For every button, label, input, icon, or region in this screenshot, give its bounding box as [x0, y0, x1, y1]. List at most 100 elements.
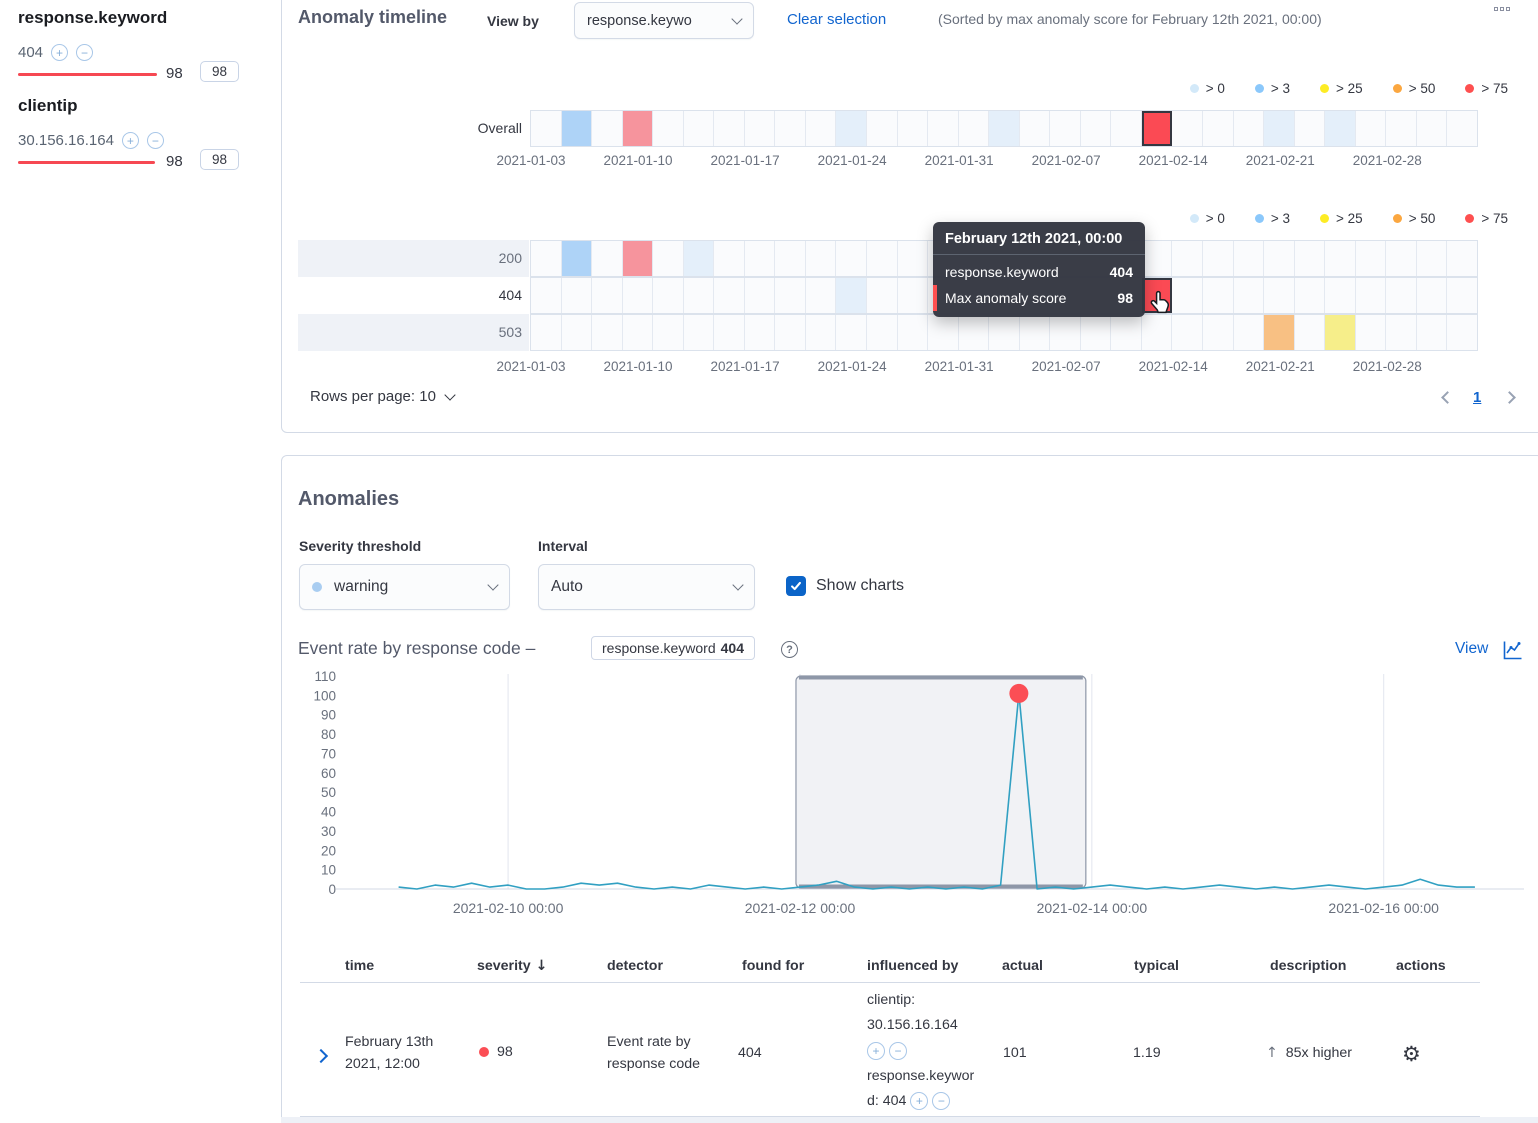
- swimlane-cell[interactable]: [1111, 111, 1142, 146]
- swimlane-cell[interactable]: [836, 241, 867, 276]
- swimlane-cell[interactable]: [867, 278, 898, 313]
- swimlane-cell[interactable]: [1142, 241, 1173, 276]
- swimlane-cell[interactable]: [1325, 241, 1356, 276]
- swimlane-cell[interactable]: [592, 278, 623, 313]
- swimlane-cell[interactable]: [1203, 241, 1234, 276]
- swimlane-cell[interactable]: [775, 241, 806, 276]
- table-header-influenced-by[interactable]: influenced by: [867, 958, 999, 974]
- swimlane-cell[interactable]: [714, 315, 745, 350]
- swimlane-cell[interactable]: [623, 241, 654, 276]
- swimlane-cell[interactable]: [684, 315, 715, 350]
- swimlane-cell[interactable]: [1295, 315, 1326, 350]
- swimlane-cell[interactable]: [1417, 278, 1448, 313]
- filter-minus-icon[interactable]: −: [889, 1042, 907, 1060]
- swimlane-cell[interactable]: [1386, 278, 1417, 313]
- swimlane-cell[interactable]: [531, 278, 562, 313]
- swimlane-cell[interactable]: [898, 241, 929, 276]
- swimlane-cell[interactable]: [1356, 241, 1387, 276]
- swimlane-cell[interactable]: [531, 241, 562, 276]
- swimlane-cell[interactable]: [1264, 278, 1295, 313]
- filter-plus-icon[interactable]: +: [910, 1092, 928, 1110]
- filter-plus-icon[interactable]: +: [867, 1042, 885, 1060]
- swimlane-cell[interactable]: [1325, 278, 1356, 313]
- swimlane-cell[interactable]: [745, 111, 776, 146]
- event-rate-chart[interactable]: 2021-02-10 00:002021-02-12 00:002021-02-…: [280, 664, 1530, 922]
- anomaly-marker[interactable]: [1009, 684, 1028, 703]
- swimlane-cell[interactable]: [1417, 315, 1448, 350]
- swimlane-cell[interactable]: [1172, 241, 1203, 276]
- swimlane-cell[interactable]: [1356, 315, 1387, 350]
- swimlane-cell[interactable]: [959, 111, 990, 146]
- swimlane-cell[interactable]: [836, 111, 867, 146]
- swimlane-cell[interactable]: [775, 278, 806, 313]
- swimlane-cell[interactable]: [867, 315, 898, 350]
- swimlane-cell[interactable]: [1356, 111, 1387, 146]
- swimlane-cell[interactable]: [684, 111, 715, 146]
- filter-plus-icon[interactable]: +: [51, 44, 68, 61]
- swimlane-cell[interactable]: [562, 241, 593, 276]
- swimlane-cell[interactable]: [653, 111, 684, 146]
- table-header-detector[interactable]: detector: [607, 958, 739, 974]
- panel-options-icon[interactable]: [1494, 7, 1510, 11]
- swimlane-cell[interactable]: [989, 315, 1020, 350]
- swimlane-cell[interactable]: [745, 315, 776, 350]
- swimlane-cell[interactable]: [775, 315, 806, 350]
- swimlane-cell[interactable]: [1172, 278, 1203, 313]
- swimlane-cell[interactable]: [623, 315, 654, 350]
- swimlane-cell[interactable]: [806, 278, 837, 313]
- swimlane-cell[interactable]: [623, 111, 654, 146]
- swimlane-cell[interactable]: [714, 278, 745, 313]
- swimlane-cell[interactable]: [1295, 111, 1326, 146]
- table-header-typical[interactable]: typical: [1134, 958, 1262, 974]
- help-icon[interactable]: ?: [781, 641, 798, 658]
- swimlane-cell[interactable]: [1325, 111, 1356, 146]
- swimlane-cell[interactable]: [1234, 278, 1265, 313]
- clear-selection-link[interactable]: Clear selection: [787, 11, 886, 28]
- swimlane-cell[interactable]: [562, 315, 593, 350]
- swimlane-cell[interactable]: [1417, 111, 1448, 146]
- swimlane-cell[interactable]: [1172, 315, 1203, 350]
- swimlane-cell[interactable]: [1111, 315, 1142, 350]
- gear-icon[interactable]: ⚙: [1402, 1042, 1421, 1066]
- swimlane-cell[interactable]: [1050, 315, 1081, 350]
- swimlane-cell[interactable]: [653, 241, 684, 276]
- table-header-description[interactable]: description: [1270, 958, 1394, 974]
- table-header-found-for[interactable]: found for: [742, 958, 864, 974]
- swimlane-cell[interactable]: [592, 241, 623, 276]
- swimlane-cell[interactable]: [714, 241, 745, 276]
- swimlane-cell[interactable]: [898, 278, 929, 313]
- swimlane-cell[interactable]: [1203, 315, 1234, 350]
- view-by-select[interactable]: response.keywo: [574, 2, 754, 39]
- swimlane-cell[interactable]: [1447, 315, 1477, 350]
- show-charts-checkbox[interactable]: [786, 576, 806, 596]
- chart-view-icon[interactable]: [1501, 638, 1525, 662]
- swimlane-cell[interactable]: [653, 315, 684, 350]
- swimlane-cell[interactable]: [1264, 315, 1295, 350]
- swimlane-cell[interactable]: [1295, 241, 1326, 276]
- swimlane-cell[interactable]: [1142, 111, 1173, 146]
- swimlane-cell[interactable]: [867, 111, 898, 146]
- swimlane-cell[interactable]: [623, 278, 654, 313]
- swimlane-cell[interactable]: [1020, 111, 1051, 146]
- table-header-severity[interactable]: severity ↓: [477, 958, 605, 974]
- swimlane-cell[interactable]: [806, 315, 837, 350]
- swimlane-cell[interactable]: [1264, 111, 1295, 146]
- swimlane-cell[interactable]: [989, 111, 1020, 146]
- swimlane-cell[interactable]: [1264, 241, 1295, 276]
- table-header-actual[interactable]: actual: [1002, 958, 1132, 974]
- swimlane-cell[interactable]: [898, 315, 929, 350]
- chevron-right-icon[interactable]: [314, 1049, 328, 1063]
- swimlane-cell[interactable]: [1325, 315, 1356, 350]
- rows-per-page-control[interactable]: Rows per page: 10: [310, 388, 454, 405]
- swimlane-cell[interactable]: [836, 278, 867, 313]
- swimlane-cell[interactable]: [1417, 241, 1448, 276]
- swimlane-cell[interactable]: [806, 241, 837, 276]
- swimlane-cell[interactable]: [745, 278, 776, 313]
- swimlane-cell[interactable]: [531, 315, 562, 350]
- filter-minus-icon[interactable]: −: [76, 44, 93, 61]
- swimlane-cell[interactable]: [898, 111, 929, 146]
- swimlane-cell[interactable]: [1234, 111, 1265, 146]
- swimlane-cell[interactable]: [1020, 315, 1051, 350]
- swimlane-cell[interactable]: [867, 241, 898, 276]
- swimlane-cell[interactable]: [806, 111, 837, 146]
